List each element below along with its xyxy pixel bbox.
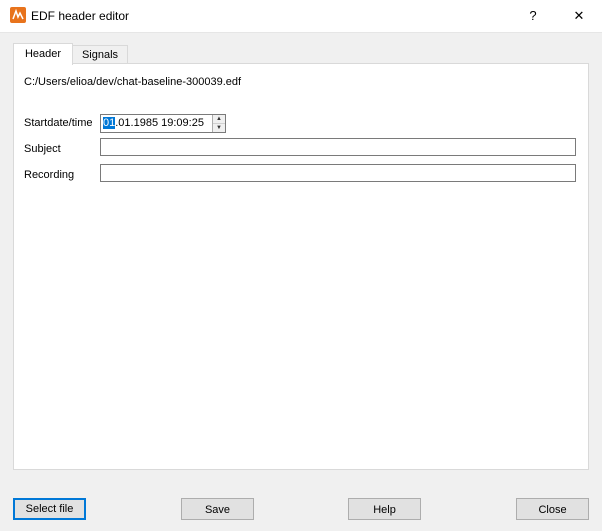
close-button[interactable]: Close [516, 498, 589, 520]
startdate-time-edit[interactable]: 01.01.1985 19:09:25 ▲ ▼ [100, 114, 226, 133]
spin-up-icon[interactable]: ▲ [213, 115, 225, 124]
close-icon[interactable]: ✕ [556, 0, 602, 32]
startdate-label: Startdate/time [24, 117, 93, 129]
recording-label: Recording [24, 169, 75, 181]
recording-field[interactable] [100, 164, 576, 182]
spin-down-icon[interactable]: ▼ [213, 124, 225, 132]
startdate-value: 01.01.1985 19:09:25 [103, 117, 204, 129]
tab-header[interactable]: Header [13, 43, 73, 65]
startdate-selected-section: 01 [103, 117, 116, 129]
app-icon [10, 7, 26, 23]
startdate-spinner: ▲ ▼ [212, 115, 225, 132]
help-button[interactable]: Help [348, 498, 421, 520]
title-bar: EDF header editor ? ✕ [0, 0, 602, 33]
subject-field[interactable] [100, 138, 576, 156]
header-panel: C:/Users/elioa/dev/chat-baseline-300039.… [13, 63, 589, 470]
file-path: C:/Users/elioa/dev/chat-baseline-300039.… [24, 76, 242, 88]
help-icon[interactable]: ? [510, 0, 556, 32]
startdate-rest: .01.1985 19:09:25 [115, 117, 204, 129]
subject-label: Subject [24, 143, 61, 155]
window-title: EDF header editor [31, 9, 130, 23]
save-button[interactable]: Save [181, 498, 254, 520]
tab-signals[interactable]: Signals [72, 45, 128, 64]
select-file-button[interactable]: Select file [13, 498, 86, 520]
